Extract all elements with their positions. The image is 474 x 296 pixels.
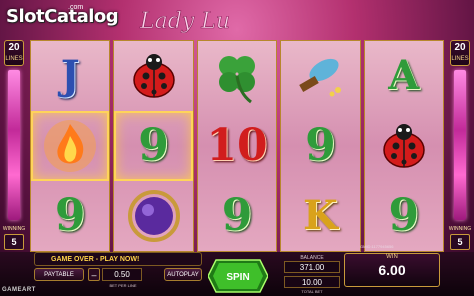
reel-2: 9 xyxy=(113,40,194,252)
reel-cell: 10 xyxy=(198,111,276,181)
game-title: Lady Luck xyxy=(100,2,256,36)
ladybug-icon xyxy=(132,54,175,98)
status-message: GAME OVER - PLAY NOW! xyxy=(34,252,202,266)
symbol-a: A xyxy=(388,52,420,99)
reel-cell xyxy=(281,41,359,111)
reel-cell xyxy=(31,111,109,181)
spin-button-shape: SPIN xyxy=(207,259,269,293)
reel-3: 10 9 xyxy=(196,40,278,252)
lines-panel-right: 20 LINES WINNING 5 xyxy=(448,40,472,256)
reel-cell xyxy=(198,41,276,111)
ladybug-icon xyxy=(383,124,425,168)
reel-cell: J xyxy=(31,41,109,111)
slot-game: SlotCatalog .com Lady Luck 20 LINES WINN… xyxy=(0,0,474,296)
winning-count-right: 5 xyxy=(450,234,470,250)
symbol-9: 9 xyxy=(388,190,420,241)
reel-grid: J 9 9 10 9 9 K A 9 xyxy=(30,40,445,252)
reel-cell xyxy=(114,181,192,251)
spin-label: SPIN xyxy=(226,272,249,283)
lines-box-right: 20 LINES xyxy=(450,40,470,66)
logo-suffix: .com xyxy=(68,4,84,11)
reel-cell: K xyxy=(281,181,359,251)
title-text: Lady Luck xyxy=(139,9,230,34)
bet-per-line-label: BET PER LINE xyxy=(109,283,137,288)
brand-logo: GAMEART xyxy=(2,287,36,293)
winning-label-right: WINNING xyxy=(448,226,472,232)
reel-cell: 9 xyxy=(31,181,109,251)
paytable-button[interactable]: PAYTABLE xyxy=(34,268,84,281)
winning-label-left: WINNING xyxy=(2,226,26,232)
lines-panel-left: 20 LINES WINNING 5 xyxy=(2,40,26,256)
winning-count-left: 5 xyxy=(4,234,24,250)
symbol-9: 9 xyxy=(138,120,169,171)
spin-button[interactable]: SPIN xyxy=(207,258,269,294)
reel-cell: A xyxy=(365,41,443,111)
balance-value: 371.00 xyxy=(284,261,340,273)
win-label: WIN xyxy=(386,254,398,260)
lines-label-right: LINES xyxy=(451,56,469,62)
payline-indicator-right xyxy=(454,70,466,220)
reel-cell xyxy=(365,111,443,181)
reel-cell: 9 xyxy=(281,111,359,181)
feather-brush-icon xyxy=(299,58,342,97)
lines-label-left: LINES xyxy=(5,56,23,62)
reel-cell: 9 xyxy=(114,111,192,181)
symbol-10: 10 xyxy=(206,120,268,171)
reel-1: J 9 xyxy=(30,40,111,252)
lines-count-left: 20 xyxy=(8,42,20,53)
reel-cell: 9 xyxy=(365,181,443,251)
reel-4: 9 K xyxy=(280,40,361,252)
total-bet-value: 10.00 xyxy=(284,276,340,288)
reel-cell: 9 xyxy=(198,181,276,251)
title-art: Lady Luck xyxy=(139,9,256,35)
bet-per-line-value: 0.50 xyxy=(102,268,142,281)
win-value: 6.00 xyxy=(378,262,406,278)
symbol-9: 9 xyxy=(54,190,86,241)
symbol-9: 9 xyxy=(305,120,336,171)
bet-decrease-button[interactable]: – xyxy=(88,268,100,281)
crystal-ball-icon xyxy=(127,190,180,242)
reel-cell xyxy=(114,41,192,111)
symbol-9: 9 xyxy=(221,190,253,241)
watermark-logo: SlotCatalog .com xyxy=(6,4,119,36)
autoplay-button[interactable]: AUTOPLAY xyxy=(164,268,202,281)
payline-indicator-left xyxy=(8,70,20,220)
symbol-j: J xyxy=(60,52,80,99)
flame-wild-icon xyxy=(44,120,97,172)
four-leaf-clover-icon xyxy=(219,56,256,104)
lines-count-right: 20 xyxy=(454,42,466,53)
total-bet-label: TOTAL BET xyxy=(301,289,323,294)
symbol-k: K xyxy=(303,192,338,239)
reel-5: A 9 xyxy=(363,40,445,252)
game-id-text: GMID:1177945656 xyxy=(360,244,394,249)
lines-box-left: 20 LINES xyxy=(4,40,24,66)
